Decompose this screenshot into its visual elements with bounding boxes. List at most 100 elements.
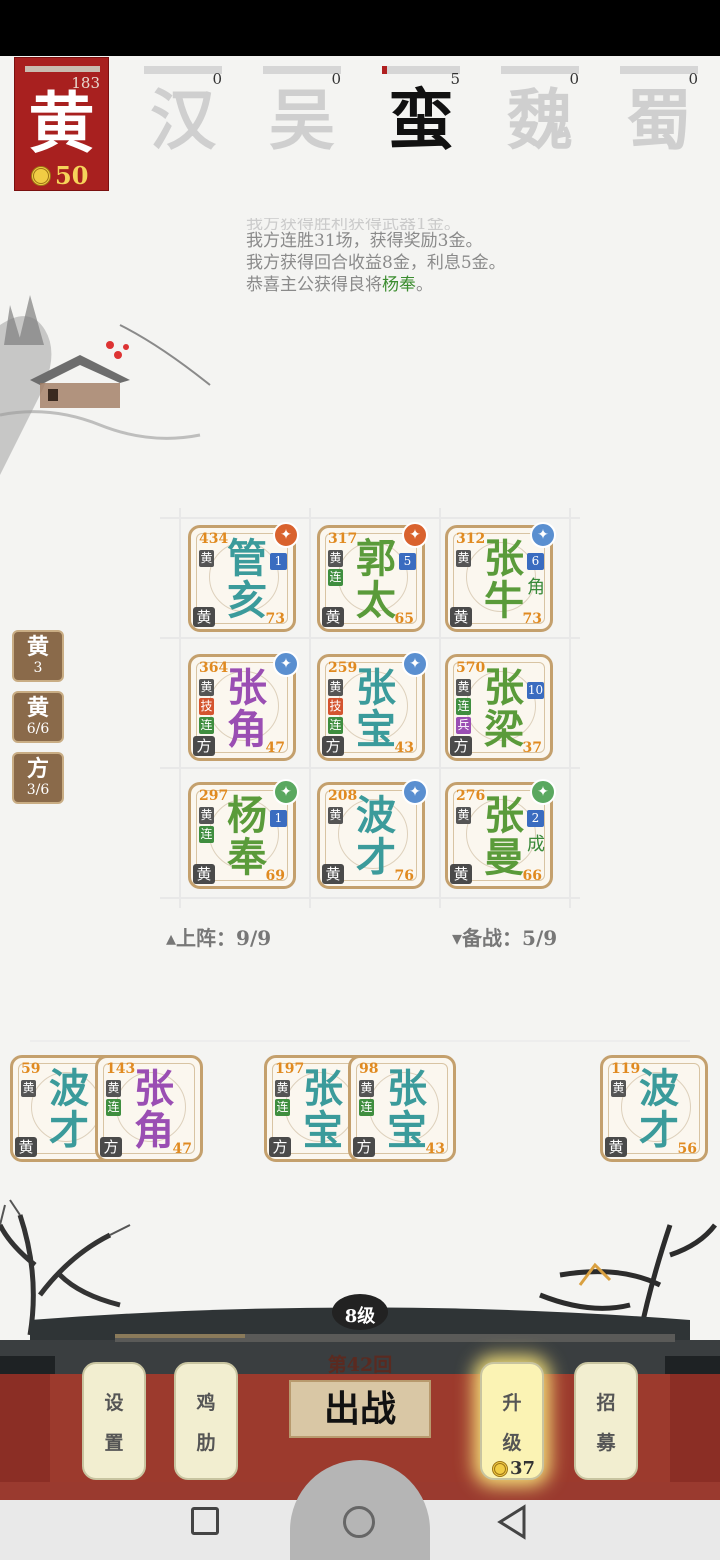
hero-name-char: 波 (639, 1065, 679, 1112)
faction-shu[interactable]: 0 蜀 (618, 64, 698, 164)
hero-faction: 黄 (15, 1137, 37, 1157)
hero-card[interactable]: 208 黄波才黄 76 ✦ (317, 779, 428, 889)
shield-icon: ✦ (402, 779, 428, 805)
hero-card[interactable]: 259 黄技连张宝方 43 ✦ (317, 651, 428, 761)
hero-card[interactable]: 276 黄张曼 2 成黄 66 ✦ (445, 779, 556, 889)
hero-card[interactable]: 570 黄连兵张梁 10 方 37 (445, 654, 553, 761)
faction-wei[interactable]: 0 魏 (499, 64, 579, 164)
hero-tag: 黄 (21, 1080, 36, 1097)
deployed-counter: ▴上阵：9/9 (166, 926, 272, 950)
hero-name-char: 张 (484, 792, 524, 839)
upgrade-cost-value: 37 (510, 1458, 536, 1479)
hero-card[interactable]: 364 黄技连张角方 47 ✦ (188, 651, 299, 761)
game-screen: { "player": {"faction_char": "黄", "hp": … (0, 0, 720, 1560)
upgrade-button[interactable]: 升 级 37 (480, 1362, 544, 1480)
hero-tag: 黄 (328, 679, 343, 696)
hero-tag: 黄 (611, 1080, 626, 1097)
hero-name: 波才 (631, 1068, 687, 1152)
player-level: 8级 (344, 1306, 376, 1327)
hero-tag: 技 (199, 698, 214, 715)
log-line: 我方获得回合收益8金，利息5金。 (246, 253, 506, 273)
hero-tag: 技 (328, 698, 343, 715)
faction-progress-track (144, 66, 222, 74)
player-card[interactable]: 183 黄 50 (14, 57, 109, 191)
faction-han[interactable]: 0 汉 (142, 64, 222, 164)
recent-apps-icon[interactable] (191, 1507, 219, 1535)
hero-tags: 黄连 (359, 1080, 374, 1116)
hero-star-level: 2 (527, 810, 544, 827)
side-button-title: 黄 (26, 695, 49, 721)
hero-name: 张宝 (295, 1068, 351, 1152)
sword-icon: ✦ (402, 651, 428, 677)
hero-tags: 黄连兵 (456, 679, 471, 734)
hero-tag: 黄 (359, 1080, 374, 1097)
log-hero-name: 杨奉 (382, 275, 416, 295)
hero-star-level: 5 (399, 553, 416, 570)
hero-card[interactable]: 297 黄连杨奉 1 黄 69 ✦ (188, 779, 299, 889)
home-icon[interactable] (343, 1506, 375, 1538)
hero-name-char: 郭 (356, 535, 396, 582)
hero-tags: 黄 (611, 1080, 626, 1097)
hero-faction: 黄 (322, 864, 344, 884)
faction-progress-track (501, 66, 579, 74)
side-button-fang[interactable]: 方 3/6 (12, 752, 64, 804)
hero-card[interactable]: 98 黄连张宝方 43 (348, 1055, 456, 1162)
hero-star-level: 1 (270, 553, 287, 570)
side-button-sub: 3 (33, 660, 43, 676)
upgrade-cost: 37 (492, 1458, 535, 1479)
hero-card[interactable]: 434 黄管亥 1 黄 73 ✦ (188, 522, 299, 632)
hero-card[interactable]: 119 黄波才黄 56 (600, 1055, 708, 1162)
hero-name: 张宝 (379, 1068, 435, 1152)
hero-tag: 黄 (456, 807, 471, 824)
hero-tag: 黄 (106, 1080, 121, 1097)
hero-hp: 59 (21, 1061, 41, 1077)
back-icon[interactable] (496, 1504, 528, 1540)
hero-faction: 方 (353, 1137, 375, 1157)
hero-star-level: 1 (270, 810, 287, 827)
faction-wu[interactable]: 0 吴 (261, 64, 341, 164)
hero-tag: 连 (328, 717, 343, 734)
hero-tags: 黄连 (106, 1080, 121, 1116)
faction-progress-track (263, 66, 341, 74)
chicken-rib-label-1: 鸡 (196, 1392, 216, 1414)
side-button-faction[interactable]: 黄 3 (12, 630, 64, 682)
battle-log: 我方获得胜利获得武器1金。 我方连胜31场，获得奖励3金。 我方获得回合收益8金… (246, 218, 646, 296)
hero-name: 波才 (348, 795, 404, 879)
hero-card[interactable]: 143 黄连张角方 47 (95, 1055, 203, 1162)
faction-man[interactable]: 5 蛮 (380, 64, 460, 164)
hero-tag: 黄 (275, 1080, 290, 1097)
hero-power: 69 (265, 868, 285, 884)
hero-name-char: 波 (356, 792, 396, 839)
hero-hp: 98 (359, 1061, 379, 1077)
hero-power: 56 (677, 1141, 697, 1157)
recruit-label-1: 招 (596, 1392, 616, 1414)
hero-name-char: 杨 (227, 792, 267, 839)
settings-button[interactable]: 设 置 (82, 1362, 146, 1480)
hero-tags: 黄 (456, 550, 471, 567)
hero-power: 73 (265, 611, 285, 627)
hero-tag: 连 (106, 1099, 121, 1116)
hero-tag: 黄 (199, 550, 214, 567)
faction-char: 吴 (269, 81, 335, 159)
hero-tags: 黄连 (199, 807, 214, 843)
horse-icon: ✦ (402, 522, 428, 548)
hero-card[interactable]: 317 黄连郭太 5 黄 65 ✦ (317, 522, 428, 632)
side-button-sub: 6/6 (26, 721, 50, 737)
hero-tag: 连 (275, 1099, 290, 1116)
hero-tags: 黄连 (328, 550, 343, 586)
hero-name: 波才 (41, 1068, 97, 1152)
hero-faction: 黄 (193, 607, 215, 627)
side-button-sub: 3/6 (26, 782, 50, 798)
hero-card[interactable]: 312 黄张牛 6 角黄 73 ✦ (445, 522, 556, 632)
hero-tags: 黄 (199, 550, 214, 567)
hero-star-level: 6 (527, 553, 544, 570)
faction-progress-track (620, 66, 698, 74)
hero-name-char: 管 (227, 535, 267, 582)
log-line-faded: 我方获得胜利获得武器1金。 (246, 218, 461, 230)
chicken-rib-button[interactable]: 鸡 肋 (174, 1362, 238, 1480)
fight-button[interactable]: 出战 (289, 1380, 431, 1438)
hero-tag: 黄 (456, 550, 471, 567)
log-line: 恭喜主公获得良将杨奉。 (246, 274, 646, 296)
side-button-synergy[interactable]: 黄 6/6 (12, 691, 64, 743)
recruit-button[interactable]: 招 募 (574, 1362, 638, 1480)
